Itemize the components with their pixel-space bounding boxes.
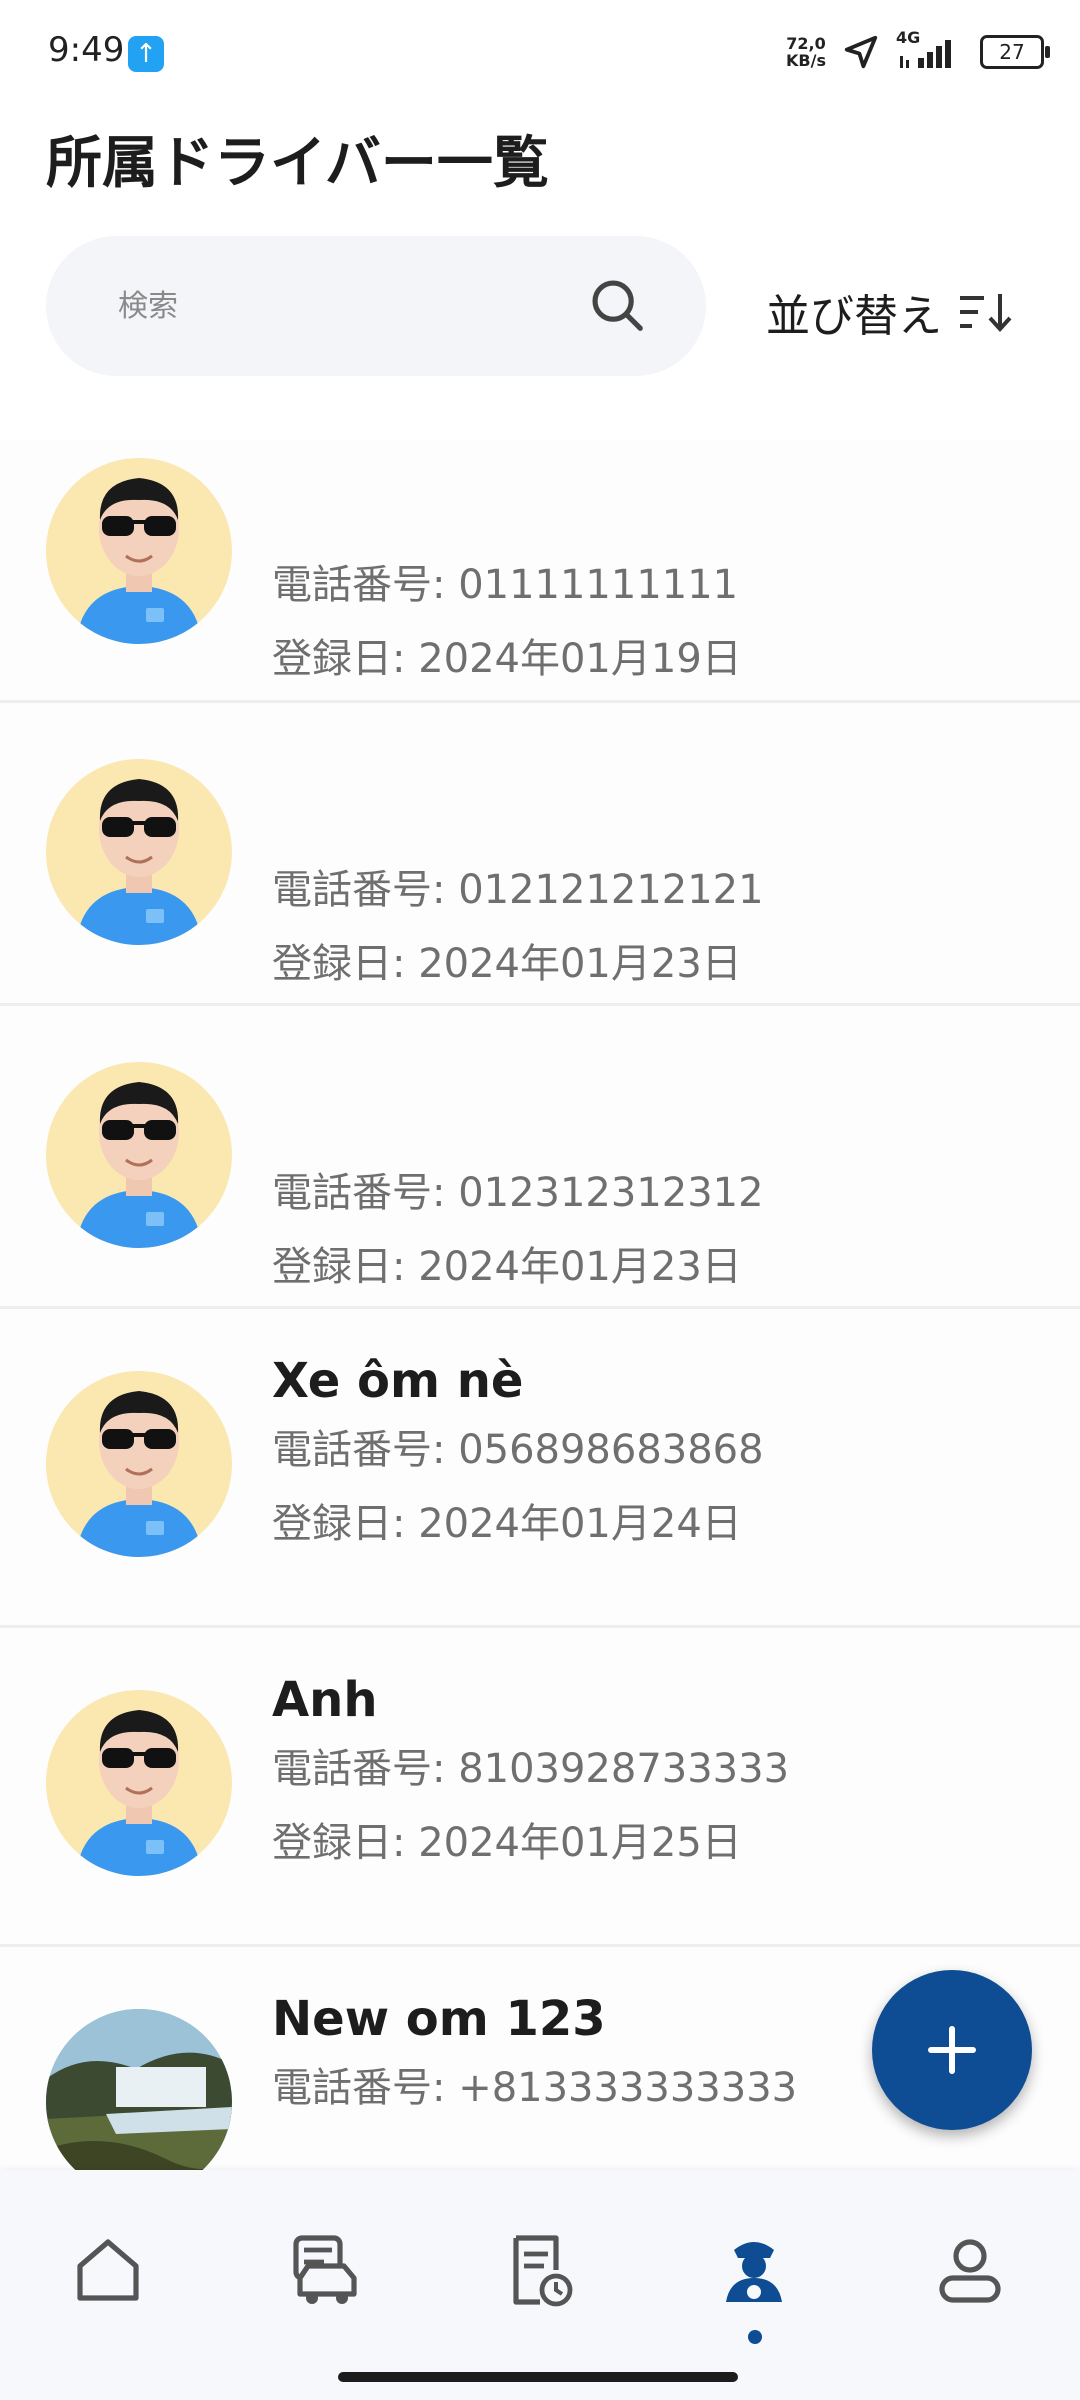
driver-date: 登録日: 2024年01月23日 xyxy=(272,1244,742,1290)
driver-date: 登録日: 2024年01月25日 xyxy=(272,1820,742,1866)
avatar xyxy=(46,759,232,945)
speed-unit: KB/s xyxy=(786,51,826,70)
signal-group: 4G xyxy=(896,28,964,72)
network-speed: 72,0 KB/s xyxy=(786,35,826,69)
active-nav-indicator xyxy=(748,2330,762,2344)
avatar-icon xyxy=(76,779,202,945)
driver-info: New om 123 電話番号: +813333333333 xyxy=(272,1987,797,2170)
driver-row[interactable]: 電話番号: 012312312312 登録日: 2024年01月23日 xyxy=(0,1006,1080,1309)
avatar-icon xyxy=(76,1391,202,1557)
sort-icon xyxy=(960,294,1012,332)
upload-icon: ↑ xyxy=(128,36,164,72)
profile-icon[interactable] xyxy=(930,2230,1010,2310)
driver-info: 電話番号: 012121212121 登録日: 2024年01月23日 xyxy=(272,789,764,1001)
home-icon[interactable] xyxy=(68,2230,148,2310)
avatar-icon xyxy=(76,1710,202,1876)
home-indicator[interactable] xyxy=(338,2372,738,2382)
avatar xyxy=(46,458,232,644)
driver-name: Anh xyxy=(272,1672,378,1728)
document-clock-icon[interactable] xyxy=(500,2230,580,2310)
driver-list: 電話番号: 01111111111 登録日: 2024年01月19日 電話番号:… xyxy=(0,440,1080,2170)
driver-name xyxy=(272,789,764,853)
driver-info: 電話番号: 01111111111 登録日: 2024年01月19日 xyxy=(272,484,742,696)
driver-date: 登録日: 2024年01月19日 xyxy=(272,636,742,682)
sort-button[interactable]: 並び替え xyxy=(766,280,1016,344)
avatar xyxy=(46,1690,232,1876)
avatar-icon xyxy=(76,478,202,644)
search-box[interactable] xyxy=(46,236,706,376)
car-icon[interactable] xyxy=(284,2230,364,2310)
driver-name: Xe ôm nè xyxy=(272,1353,524,1409)
bottom-nav xyxy=(0,2170,1080,2400)
page-title: 所属ドライバー一覧 xyxy=(46,131,549,196)
status-right: 72,0 KB/s 4G 27 xyxy=(786,28,1050,74)
driver-row[interactable]: 電話番号: 01111111111 登録日: 2024年01月19日 xyxy=(0,440,1080,703)
driver-info: 電話番号: 012312312312 登録日: 2024年01月23日 xyxy=(272,1092,764,1304)
driver-name xyxy=(272,1092,764,1156)
driver-phone: 電話番号: +813333333333 xyxy=(272,2065,798,2111)
avatar xyxy=(46,2009,232,2170)
driver-info: Anh 電話番号: 8103928733333 登録日: 2024年01月25日 xyxy=(272,1668,789,1880)
landscape-photo-icon xyxy=(46,2009,232,2170)
driver-row[interactable]: Anh 電話番号: 8103928733333 登録日: 2024年01月25日 xyxy=(0,1628,1080,1947)
driver-phone: 電話番号: 012312312312 xyxy=(272,1170,764,1216)
driver-phone: 電話番号: 8103928733333 xyxy=(272,1746,790,1792)
driver-date: 登録日: 2024年01月23日 xyxy=(272,941,742,987)
avatar xyxy=(46,1371,232,1557)
driver-name: New om 123 xyxy=(272,1991,606,2047)
sort-label: 並び替え xyxy=(766,291,942,342)
driver-date xyxy=(272,2125,797,2170)
location-arrow-icon xyxy=(844,35,878,69)
search-input[interactable] xyxy=(116,282,600,330)
driver-icon[interactable] xyxy=(714,2230,794,2310)
driver-name xyxy=(272,484,742,548)
driver-phone: 電話番号: 012121212121 xyxy=(272,867,764,913)
avatar xyxy=(46,1062,232,1248)
status-bar: 9:49 ↑ 72,0 KB/s 4G 27 xyxy=(0,0,1080,100)
driver-list-screen: 9:49 ↑ 72,0 KB/s 4G 27 所属ドライバー一覧 検索 並び替え… xyxy=(0,0,1080,2400)
driver-phone: 電話番号: 056898683868 xyxy=(272,1427,764,1473)
driver-date: 登録日: 2024年01月24日 xyxy=(272,1501,742,1547)
battery-icon: 27 xyxy=(980,35,1050,69)
driver-phone: 電話番号: 01111111111 xyxy=(272,562,739,608)
avatar-icon xyxy=(76,1082,202,1248)
add-driver-button[interactable] xyxy=(872,1970,1032,2130)
speed-value: 72,0 xyxy=(786,34,826,53)
search-icon[interactable] xyxy=(586,274,648,336)
status-time: 9:49 xyxy=(48,30,125,70)
driver-row[interactable]: 電話番号: 012121212121 登録日: 2024年01月23日 xyxy=(0,703,1080,1006)
driver-row[interactable]: Xe ôm nè 電話番号: 056898683868 登録日: 2024年01… xyxy=(0,1309,1080,1628)
driver-info: Xe ôm nè 電話番号: 056898683868 登録日: 2024年01… xyxy=(272,1349,764,1561)
signal-icon xyxy=(900,40,951,68)
